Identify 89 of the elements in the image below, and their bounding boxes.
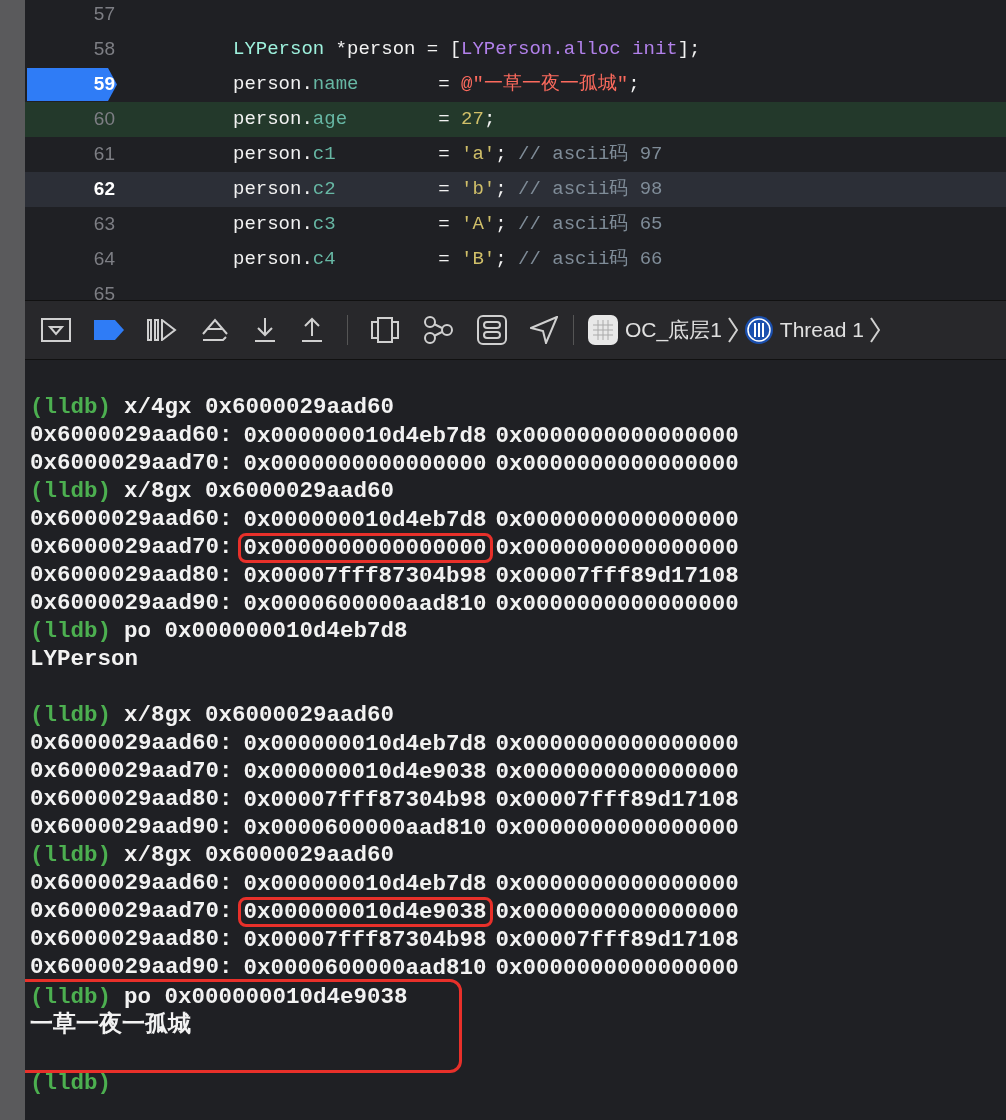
memory-address: 0x6000029aad60: xyxy=(30,729,233,759)
memory-value: 0x00007fff89d17108 xyxy=(494,926,740,955)
memory-address: 0x6000029aad90: xyxy=(30,813,233,843)
line-number: 65 xyxy=(93,282,116,300)
console-command: x/4gx 0x6000029aad60 xyxy=(124,393,395,423)
memory-value: 0x0000600000aad810 xyxy=(242,814,488,843)
hide-console-icon[interactable] xyxy=(41,318,71,342)
memory-value: 0x000000010d4eb7d8 xyxy=(242,506,488,535)
memory-value: 0x0000000000000000 xyxy=(494,870,740,899)
line-number: 61 xyxy=(93,142,116,167)
memory-address: 0x6000029aad80: xyxy=(30,561,233,591)
line-number: 62 xyxy=(93,177,116,202)
line-number: 57 xyxy=(93,2,116,27)
memory-address: 0x6000029aad60: xyxy=(30,869,233,899)
memory-value: 0x0000600000aad810 xyxy=(242,590,488,619)
line-number: 64 xyxy=(93,247,116,272)
step-into-icon[interactable] xyxy=(253,317,277,343)
memory-value: 0x0000000000000000 xyxy=(494,534,740,563)
lldb-prompt: (lldb) xyxy=(30,477,111,507)
thread-icon xyxy=(743,315,774,345)
code-line: person.c3 = 'A'; // ascii码 65 xyxy=(233,212,663,238)
continue-icon[interactable] xyxy=(147,319,177,341)
console-command: x/8gx 0x6000029aad60 xyxy=(124,701,395,731)
chevron-icon xyxy=(727,317,738,343)
memory-value: 0x0000000000000000 xyxy=(237,533,493,563)
memory-value: 0x0000000000000000 xyxy=(494,506,740,535)
memory-address: 0x6000029aad90: xyxy=(30,589,233,619)
memory-value: 0x0000000000000000 xyxy=(494,758,740,787)
memory-address: 0x6000029aad60: xyxy=(30,505,233,535)
scheme-name[interactable]: OC_底层1 xyxy=(625,314,722,346)
memory-value: 0x000000010d4e9038 xyxy=(242,758,488,787)
lldb-prompt: (lldb) xyxy=(30,617,111,647)
memory-graph-icon[interactable] xyxy=(422,315,454,345)
memory-value: 0x0000600000aad810 xyxy=(242,954,488,983)
line-number: 59 xyxy=(93,72,116,97)
app-icon xyxy=(587,314,619,346)
memory-value: 0x00007fff87304b98 xyxy=(242,786,488,815)
toggles-icon[interactable] xyxy=(477,315,507,345)
console-command: po 0x000000010d4eb7d8 xyxy=(124,617,408,647)
view-hierarchy-icon[interactable] xyxy=(371,317,399,343)
lldb-prompt: (lldb) xyxy=(30,393,111,423)
thread-name[interactable]: Thread 1 xyxy=(779,314,864,346)
breakpoint-icon[interactable] xyxy=(94,320,124,340)
memory-value: 0x000000010d4e9038 xyxy=(237,897,493,927)
code-line: person.c1 = 'a'; // ascii码 97 xyxy=(233,142,663,168)
line-number: 60 xyxy=(93,107,116,132)
memory-value: 0x00007fff87304b98 xyxy=(242,926,488,955)
memory-value: 0x0000000000000000 xyxy=(494,730,740,759)
memory-value: 0x0000000000000000 xyxy=(242,450,488,479)
memory-value: 0x00007fff89d17108 xyxy=(494,786,740,815)
memory-value: 0x0000000000000000 xyxy=(494,814,740,843)
memory-value: 0x0000000000000000 xyxy=(494,590,740,619)
step-out-icon[interactable] xyxy=(300,317,324,343)
memory-value: 0x0000000000000000 xyxy=(494,954,740,983)
memory-address: 0x6000029aad70: xyxy=(30,533,233,563)
console-output: 一草一夜一孤城 xyxy=(30,1010,191,1041)
code-line: person.c4 = 'B'; // ascii码 66 xyxy=(233,247,663,273)
chevron-icon xyxy=(869,317,880,343)
memory-value: 0x0000000000000000 xyxy=(494,898,740,927)
code-line: person.age = 27; xyxy=(233,107,496,133)
memory-value: 0x0000000000000000 xyxy=(494,450,740,479)
lldb-prompt: (lldb) xyxy=(30,841,111,871)
console-output: LYPerson xyxy=(30,645,139,675)
memory-value: 0x000000010d4eb7d8 xyxy=(242,422,488,451)
memory-address: 0x6000029aad70: xyxy=(30,449,233,479)
memory-value: 0x00007fff87304b98 xyxy=(242,562,488,591)
code-line: person.name = @"一草一夜一孤城"; xyxy=(233,72,640,98)
code-line: person.c2 = 'b'; // ascii码 98 xyxy=(233,177,663,203)
memory-address: 0x6000029aad70: xyxy=(30,897,233,927)
lldb-prompt: (lldb) xyxy=(30,983,111,1011)
line-number: 63 xyxy=(93,212,116,237)
lldb-prompt: (lldb) xyxy=(30,701,111,731)
memory-address: 0x6000029aad70: xyxy=(30,757,233,787)
memory-address: 0x6000029aad60: xyxy=(30,421,233,451)
location-arrow-icon[interactable] xyxy=(530,316,558,344)
lldb-prompt: (lldb) xyxy=(30,1069,111,1099)
console-command: po 0x000000010d4e9038 xyxy=(124,983,408,1011)
memory-value: 0x00007fff89d17108 xyxy=(494,562,740,591)
memory-value: 0x000000010d4eb7d8 xyxy=(242,730,488,759)
console-command: x/8gx 0x6000029aad60 xyxy=(124,841,395,871)
memory-address: 0x6000029aad90: xyxy=(30,953,233,983)
memory-value: 0x000000010d4eb7d8 xyxy=(242,870,488,899)
console-command: x/8gx 0x6000029aad60 xyxy=(124,477,395,507)
line-number: 58 xyxy=(93,37,116,62)
step-over-icon[interactable] xyxy=(200,317,230,343)
code-line: LYPerson *person = [LYPerson.alloc init]; xyxy=(233,37,701,63)
memory-value: 0x0000000000000000 xyxy=(494,422,740,451)
memory-address: 0x6000029aad80: xyxy=(30,925,233,955)
memory-address: 0x6000029aad80: xyxy=(30,785,233,815)
